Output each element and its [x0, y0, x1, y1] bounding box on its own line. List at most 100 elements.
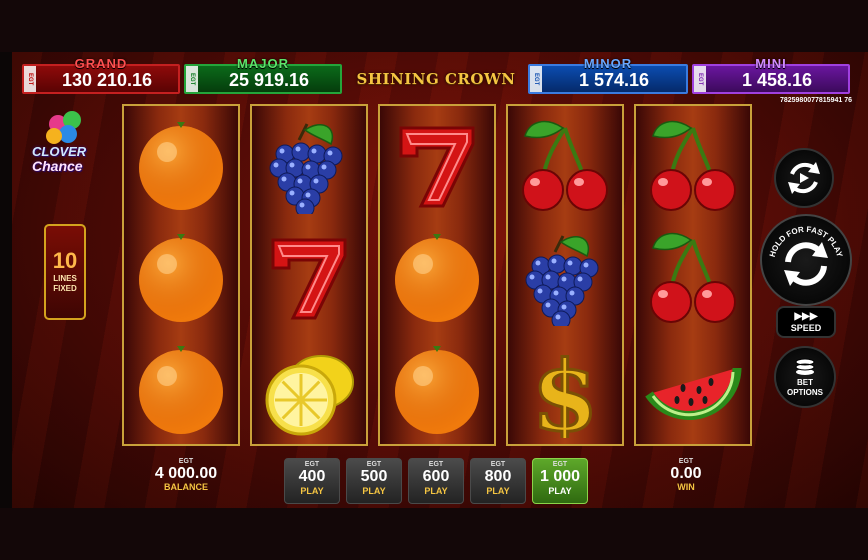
- jackpot-minor: MINOR EGT 1 574.16: [528, 56, 688, 94]
- ticket-id: 7825980077815941 76: [779, 97, 852, 104]
- jackpot-grand-value: 130 210.16: [61, 70, 153, 90]
- orange-icon: [395, 234, 479, 322]
- bet-options-line1: BET: [797, 378, 813, 387]
- reel-symbol-orange: [124, 220, 238, 332]
- jackpot-mini-label: MINI: [755, 56, 787, 71]
- jackpot-mini-value: 1 458.16: [741, 70, 813, 90]
- clover-chance-line2: Chance: [32, 158, 83, 174]
- bottom-letterbox: [0, 508, 868, 560]
- reel-4: $: [506, 104, 624, 446]
- reel-symbol-cherry: [508, 108, 622, 220]
- reel-symbol-seven: [252, 220, 366, 332]
- bet-value: 600: [422, 468, 450, 485]
- balance-display: EGT 4 000.00 BALANCE: [136, 458, 236, 492]
- reel-symbol-cherry: [636, 108, 750, 220]
- jackpot-minor-value: 1 574.16: [578, 70, 650, 90]
- game-area: GRAND EGT 130 210.16 MAJOR EGT 25 919.16…: [12, 52, 868, 508]
- bet-label: PLAY: [548, 486, 572, 496]
- orange-icon: [139, 346, 223, 434]
- cherry-icon: [522, 120, 608, 211]
- bet-value: 400: [298, 468, 326, 485]
- balance-label: BALANCE: [164, 482, 208, 492]
- jackpot-minor-label: MINOR: [583, 56, 633, 71]
- orange-icon: [139, 122, 223, 210]
- reel-symbol-orange: [124, 332, 238, 444]
- bet-label: PLAY: [362, 486, 386, 496]
- dollar-icon: $: [530, 339, 600, 439]
- autoplay-button[interactable]: [774, 148, 834, 208]
- reel-3: [378, 104, 496, 446]
- svg-text:HOLD FOR FAST PLAY: HOLD FOR FAST PLAY: [768, 225, 845, 259]
- reel-symbol-orange: [380, 332, 494, 444]
- bet-button-400[interactable]: EGT 400 PLAY: [284, 458, 340, 504]
- spin-hint-text: HOLD FOR FAST PLAY: [768, 225, 845, 286]
- bet-button-500[interactable]: EGT 500 PLAY: [346, 458, 402, 504]
- bet-egt: EGT: [304, 461, 320, 468]
- bet-value: 500: [360, 468, 388, 485]
- bet-button-800[interactable]: EGT 800 PLAY: [470, 458, 526, 504]
- balance-egt: EGT: [178, 458, 194, 465]
- bet-egt: EGT: [428, 461, 444, 468]
- win-egt: EGT: [678, 458, 694, 465]
- bet-value: 1 000: [539, 468, 581, 485]
- lines-label: LINES: [53, 274, 77, 283]
- reel-1: [122, 104, 240, 446]
- bet-options-line2: OPTIONS: [786, 388, 823, 397]
- orange-icon: [395, 346, 479, 434]
- game-title: SHINING CROWN: [356, 70, 516, 88]
- bet-label: PLAY: [300, 486, 324, 496]
- jackpot-major: MAJOR EGT 25 919.16: [184, 56, 342, 94]
- cherry-icon: [650, 232, 736, 323]
- reel-symbol-seven: [380, 108, 494, 220]
- win-label: WIN: [677, 482, 695, 492]
- clover-chance-logo: CLOVER Chance: [28, 108, 108, 178]
- reel-5: [634, 104, 752, 446]
- bet-egt: EGT: [366, 461, 382, 468]
- reel-2: [250, 104, 368, 446]
- grapes-icon: [269, 123, 343, 214]
- autoplay-icon: [788, 162, 820, 194]
- grapes-icon: [525, 235, 599, 326]
- egt-tag: EGT: [694, 66, 706, 92]
- balance-value: 4 000.00: [154, 465, 218, 482]
- bet-options-button[interactable]: BET OPTIONS: [774, 346, 836, 408]
- slot-game-screen: GRAND EGT 130 210.16 MAJOR EGT 25 919.16…: [0, 0, 868, 560]
- reel-symbol-dollar: $: [508, 332, 622, 444]
- seven-icon: [399, 126, 475, 208]
- svg-text:$: $: [532, 340, 599, 438]
- egt-tag: EGT: [530, 66, 542, 92]
- reel-symbol-watermelon: [636, 332, 750, 444]
- clover-chance-line1: CLOVER: [32, 144, 87, 159]
- speed-button[interactable]: ▶▶▶ SPEED: [776, 306, 836, 338]
- jackpot-grand: GRAND EGT 130 210.16: [22, 56, 180, 94]
- bet-egt: EGT: [552, 461, 568, 468]
- reel-symbol-grapes: [508, 220, 622, 332]
- orange-icon: [139, 234, 223, 322]
- bet-egt: EGT: [490, 461, 506, 468]
- egt-tag: EGT: [24, 66, 36, 92]
- win-value: 0.00: [670, 465, 702, 482]
- egt-tag: EGT: [186, 66, 198, 92]
- spin-button[interactable]: HOLD FOR FAST PLAY: [760, 214, 852, 306]
- jackpot-major-label: MAJOR: [237, 56, 289, 71]
- fixed-label: FIXED: [53, 284, 77, 293]
- top-letterbox: [0, 0, 868, 52]
- win-display: EGT 0.00 WIN: [636, 458, 736, 492]
- bet-label: PLAY: [486, 486, 510, 496]
- bet-value: 800: [484, 468, 512, 485]
- speed-label: SPEED: [790, 323, 822, 333]
- watermelon-icon: [645, 367, 742, 420]
- clover-icon: [46, 111, 81, 144]
- jackpot-major-value: 25 919.16: [228, 70, 310, 90]
- jackpot-grand-label: GRAND: [74, 56, 128, 71]
- lemon-icon: [265, 355, 354, 436]
- bet-label: PLAY: [424, 486, 448, 496]
- reel-symbol-cherry: [636, 220, 750, 332]
- reel-symbol-orange: [380, 220, 494, 332]
- fast-forward-icon: ▶▶▶: [794, 311, 818, 322]
- seven-icon: [271, 238, 347, 320]
- lines-count: 10: [52, 248, 78, 273]
- bet-button-1000[interactable]: EGT 1 000 PLAY: [532, 458, 588, 504]
- cherry-icon: [650, 120, 736, 211]
- bet-button-600[interactable]: EGT 600 PLAY: [408, 458, 464, 504]
